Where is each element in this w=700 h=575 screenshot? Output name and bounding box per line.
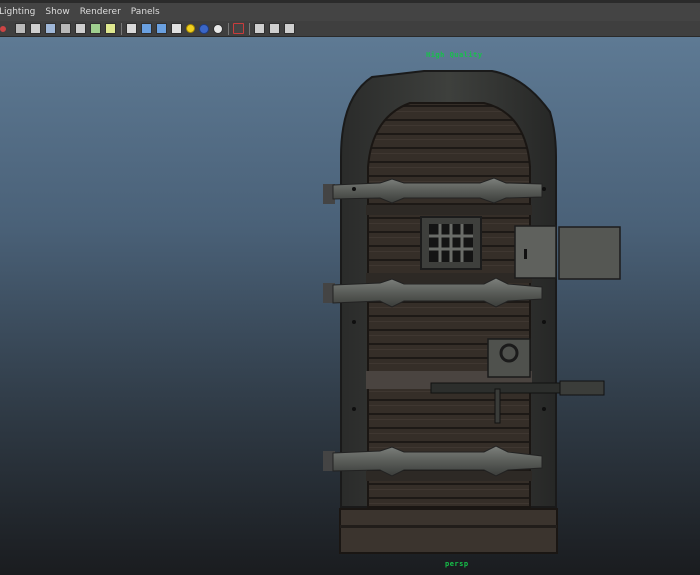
shadows-icon[interactable] (141, 23, 152, 34)
menu-panels[interactable]: Panels (131, 7, 167, 17)
grid-icon[interactable] (30, 23, 41, 34)
hud-camera-label: persp (445, 560, 469, 568)
motion-blur-icon[interactable] (233, 23, 244, 34)
toolbar-separator (121, 22, 122, 35)
use-all-lights-icon[interactable] (126, 23, 137, 34)
door-threshold (339, 508, 558, 554)
camera-select-icon[interactable] (0, 25, 6, 32)
toolbar-separator (249, 22, 250, 35)
frame-all-icon[interactable] (269, 23, 280, 34)
menu-lighting[interactable]: Lighting (0, 7, 42, 17)
bookmark-icon[interactable] (15, 23, 26, 34)
high-quality-icon[interactable] (254, 23, 265, 34)
panel-menubar: Lighting Show Renderer Panels (0, 0, 700, 21)
wireframe-on-shaded-icon[interactable] (90, 23, 101, 34)
menu-renderer[interactable]: Renderer (80, 7, 128, 17)
3d-viewport[interactable]: High Quality persp (0, 37, 700, 575)
sync-icon[interactable] (284, 23, 295, 34)
textured-icon[interactable] (105, 23, 116, 34)
menu-show[interactable]: Show (45, 7, 76, 17)
panel-toolbar (0, 21, 700, 37)
isolate-select-icon[interactable] (156, 23, 167, 34)
ambient-occlusion-icon[interactable] (213, 23, 223, 34)
door-grate (420, 216, 482, 270)
lock-assembly (514, 225, 621, 280)
toolbar-separator (228, 22, 229, 35)
ring-handle (487, 338, 531, 378)
door-model (323, 70, 621, 554)
default-lighting-icon[interactable] (199, 23, 209, 34)
xray-icon[interactable] (171, 23, 182, 34)
smooth-shade-icon[interactable] (60, 23, 71, 34)
use-default-material-icon[interactable] (186, 24, 195, 33)
shade-all-icon[interactable] (75, 23, 86, 34)
wireframe-icon[interactable] (45, 23, 56, 34)
